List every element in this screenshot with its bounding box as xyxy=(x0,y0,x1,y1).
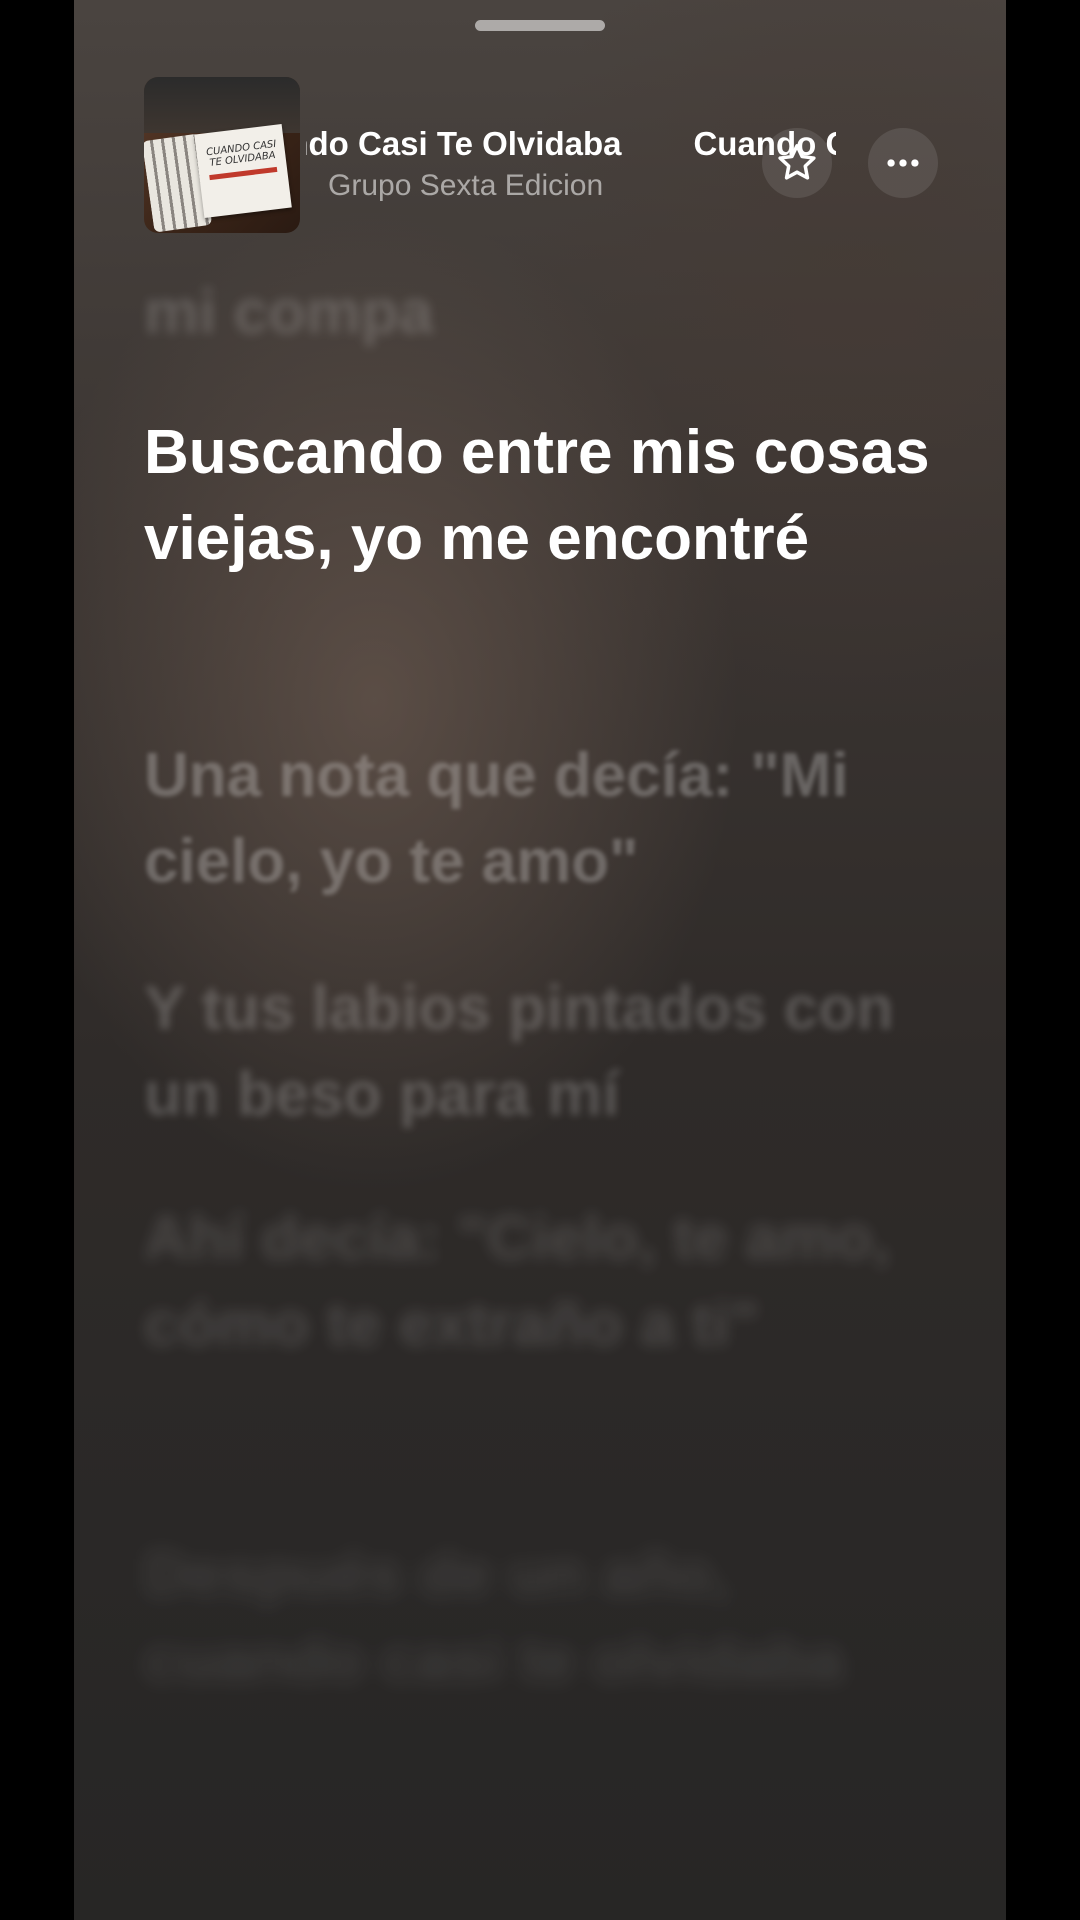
artist-name[interactable]: Grupo Sexta Edicion xyxy=(328,166,603,206)
lyric-line-upcoming[interactable]: Una nota que decía: "Mi cielo, yo te amo… xyxy=(144,733,944,905)
ellipsis-icon xyxy=(887,159,919,167)
star-outline-icon xyxy=(778,144,816,180)
album-art[interactable]: CUANDO CASI TE OLVIDABA xyxy=(144,77,300,233)
sheet-grabber[interactable] xyxy=(475,20,605,31)
more-options-button[interactable] xyxy=(868,128,938,198)
song-title-marquee[interactable]: Cuando Casi Te OlvidabaCuando Casi Te Ol… xyxy=(306,122,836,166)
album-art-note: CUANDO CASI TE OLVIDABA xyxy=(194,123,292,219)
song-title: Cuando Casi Te Olvidaba xyxy=(306,125,622,162)
lyric-line-upcoming[interactable]: Y tus labios pintados con un beso para m… xyxy=(144,966,944,1138)
lyric-line-upcoming[interactable]: Después de un año, cuando casi te olvida… xyxy=(144,1532,944,1704)
lyrics-sheet: CUANDO CASI TE OLVIDABA Cuando Casi Te O… xyxy=(74,0,1006,1920)
lyric-line-upcoming[interactable]: Ahí decía: "Cielo, te amo, cómo te extra… xyxy=(144,1196,944,1368)
album-art-text: CUANDO CASI TE OLVIDABA xyxy=(205,138,277,169)
lyric-line-previous[interactable]: mi compa xyxy=(144,270,944,356)
favorite-button[interactable] xyxy=(762,128,832,198)
lyric-line-current[interactable]: Buscando entre mis cosas viejas, yo me e… xyxy=(144,410,944,582)
